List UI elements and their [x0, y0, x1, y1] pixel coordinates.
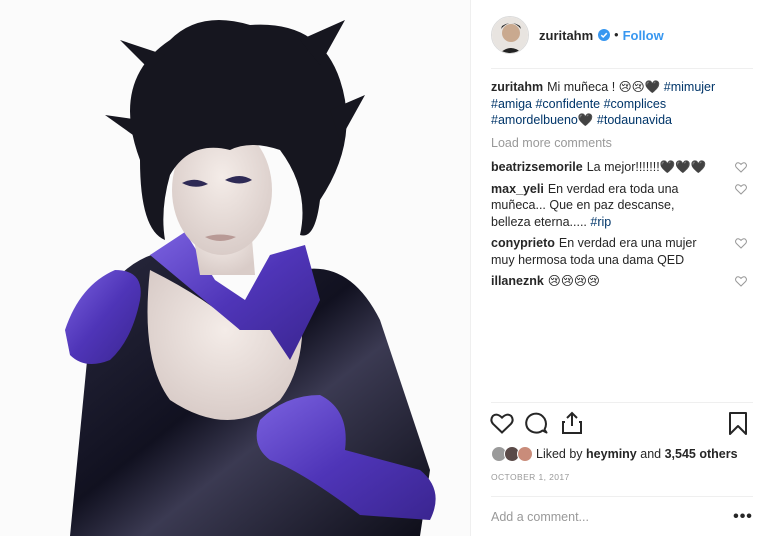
caption-username[interactable]: zuritahm	[491, 80, 543, 94]
likes-and: and	[640, 447, 662, 461]
comment-item: conyprieto En verdad era una mujer muy he…	[491, 235, 747, 268]
hashtag-link[interactable]: #rip	[590, 215, 611, 229]
comment-bubble-icon[interactable]	[523, 410, 549, 436]
add-comment-bar: •••	[491, 496, 753, 536]
caption-text: Mi muñeca ! 😢😢🖤	[547, 80, 661, 94]
comment-item: illaneznk 😢😢😢😢	[491, 273, 747, 290]
author-avatar[interactable]	[491, 16, 529, 54]
post-photo[interactable]	[0, 0, 470, 536]
header-separator: •	[614, 28, 619, 42]
post-caption: zuritahm Mi muñeca ! 😢😢🖤 #mimujer #amiga …	[491, 79, 747, 129]
post-date[interactable]: OCTOBER 1, 2017	[491, 472, 570, 482]
share-upload-icon[interactable]	[559, 410, 585, 436]
likes-prefix: Liked by	[536, 447, 583, 461]
bookmark-save-icon[interactable]	[725, 410, 751, 436]
likes-count-link[interactable]: 3,545 others	[665, 447, 738, 461]
verified-badge-icon	[598, 29, 611, 41]
load-more-comments-button[interactable]: Load more comments	[491, 135, 747, 152]
actions-divider	[491, 402, 753, 403]
comment-username[interactable]: max_yeli	[491, 182, 544, 196]
likes-summary: Liked by heyminy and 3,545 others	[491, 444, 738, 464]
comment-text: La mejor!!!!!!!🖤🖤🖤	[586, 160, 707, 174]
comment-username[interactable]: illaneznk	[491, 274, 544, 288]
header-divider	[491, 68, 753, 69]
hashtag-link[interactable]: #todaunavida	[597, 113, 672, 127]
hashtag-link[interactable]: #mimujer	[664, 80, 715, 94]
comments-section: zuritahm Mi muñeca ! 😢😢🖤 #mimujer #amiga …	[491, 79, 747, 295]
hashtag-link[interactable]: #amordelbueno🖤	[491, 113, 593, 127]
post-actions-bar	[489, 410, 751, 440]
comment-text: 😢😢😢😢	[547, 274, 600, 288]
comment-like-heart-icon[interactable]	[735, 183, 747, 195]
comment-item: max_yeli En verdad era toda una muñeca...…	[491, 181, 747, 231]
comment-username[interactable]: beatrizsemorile	[491, 160, 583, 174]
hashtag-link[interactable]: #complices	[604, 97, 667, 111]
hashtag-link[interactable]: #confidente	[535, 97, 600, 111]
follow-button[interactable]: Follow	[623, 28, 664, 43]
comment-username[interactable]: conyprieto	[491, 236, 555, 250]
author-username[interactable]: zuritahm	[539, 28, 593, 43]
post-header: zuritahm • Follow	[491, 13, 753, 57]
comment-like-heart-icon[interactable]	[735, 238, 747, 249]
comment-like-heart-icon[interactable]	[735, 276, 747, 287]
post-details-panel: zuritahm • Follow zuritahm Mi muñeca ! 😢😢…	[470, 0, 765, 536]
portrait-image	[0, 0, 470, 536]
hashtag-link[interactable]: #amiga	[491, 97, 532, 111]
more-options-icon[interactable]: •••	[733, 508, 753, 526]
add-comment-input[interactable]	[491, 509, 733, 524]
like-heart-icon[interactable]	[489, 410, 515, 436]
avatar-image	[492, 17, 528, 53]
comment-item: beatrizsemorile La mejor!!!!!!!🖤🖤🖤	[491, 159, 747, 176]
liker-avatars[interactable]	[491, 446, 533, 462]
comment-like-heart-icon[interactable]	[735, 162, 747, 173]
liker-avatar	[517, 446, 533, 462]
liker-username[interactable]: heyminy	[586, 447, 637, 461]
